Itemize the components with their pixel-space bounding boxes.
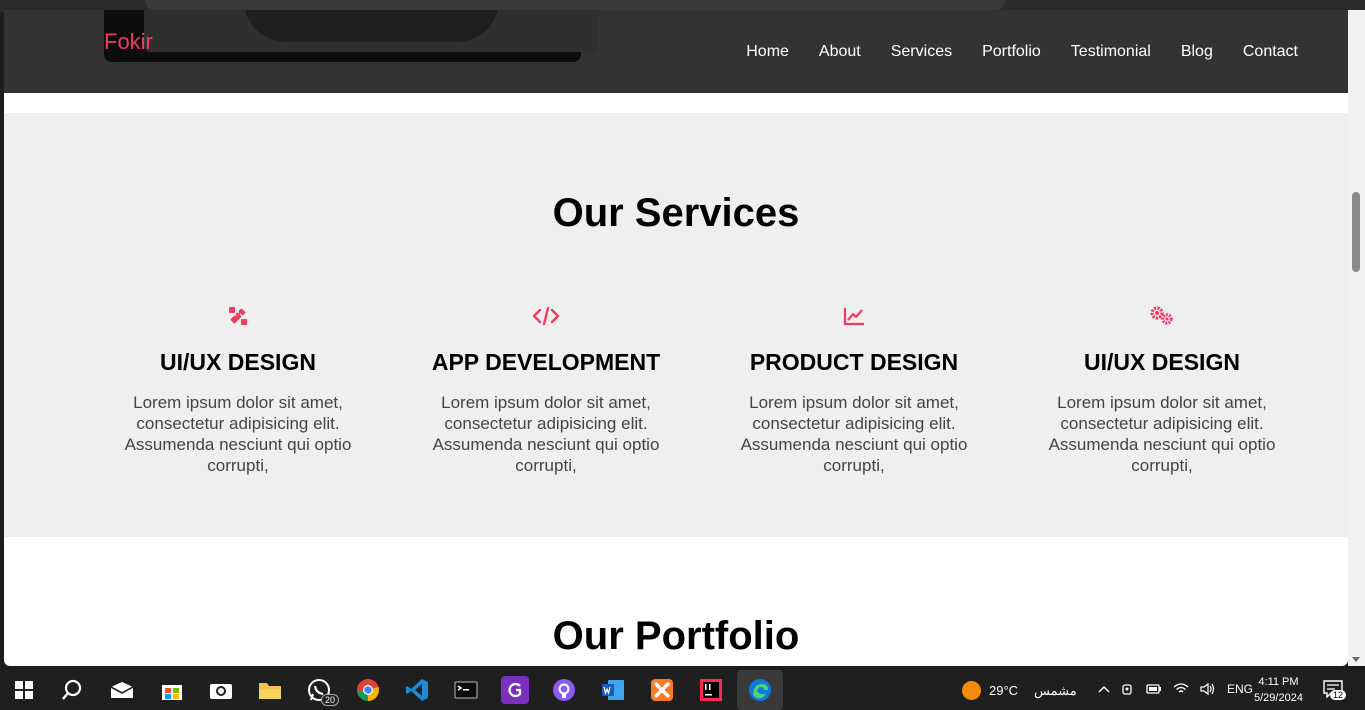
whatsapp-badge: 20 bbox=[320, 694, 339, 706]
gears-icon bbox=[1008, 303, 1316, 329]
nav-testimonial[interactable]: Testimonial bbox=[1071, 43, 1151, 61]
navbar: Fokir Home About Services Portfolio Test… bbox=[4, 10, 1348, 93]
scroll-thumb[interactable] bbox=[1352, 192, 1360, 272]
system-tray: ENG bbox=[1098, 682, 1253, 696]
taskbar: 20 29°C مشمس ENG 4:11 PM 5/29/2024 12 bbox=[0, 670, 1365, 710]
weather-temp: 29°C bbox=[989, 683, 1019, 698]
services-title: Our Services bbox=[552, 191, 800, 235]
sun-icon bbox=[962, 681, 981, 700]
service-card: APP DEVELOPMENT Lorem ipsum dolor sit am… bbox=[392, 303, 700, 476]
clock[interactable]: 4:11 PM 5/29/2024 bbox=[1254, 674, 1303, 706]
service-card: UI/UX DESIGN Lorem ipsum dolor sit amet,… bbox=[1008, 303, 1316, 476]
nav-contact[interactable]: Contact bbox=[1243, 43, 1298, 61]
service-card: UI/UX DESIGN Lorem ipsum dolor sit amet,… bbox=[84, 303, 392, 476]
weather-widget[interactable]: 29°C مشمس bbox=[962, 681, 1077, 700]
nav-about[interactable]: About bbox=[819, 43, 861, 61]
terminal-icon[interactable] bbox=[452, 676, 480, 704]
mail-icon[interactable] bbox=[108, 676, 136, 704]
chart-line-icon bbox=[700, 303, 1008, 329]
weather-desc: مشمس bbox=[1034, 682, 1077, 698]
word-icon[interactable] bbox=[599, 676, 627, 704]
xampp-icon[interactable] bbox=[648, 676, 676, 704]
service-title: UI/UX DESIGN bbox=[1084, 349, 1240, 375]
clock-time: 4:11 PM bbox=[1258, 676, 1299, 688]
hero-image-peek bbox=[104, 10, 599, 62]
notification-badge: 12 bbox=[1330, 690, 1347, 700]
nav-services[interactable]: Services bbox=[891, 43, 952, 61]
service-description: Lorem ipsum dolor sit amet, consectetur … bbox=[1048, 393, 1276, 475]
page-viewport: Fokir Home About Services Portfolio Test… bbox=[4, 10, 1348, 666]
store-icon[interactable] bbox=[158, 676, 186, 704]
service-description: Lorem ipsum dolor sit amet, consectetur … bbox=[740, 393, 968, 475]
wifi-icon[interactable] bbox=[1173, 683, 1189, 695]
meet-now-icon[interactable] bbox=[1121, 682, 1135, 696]
service-title: PRODUCT DESIGN bbox=[749, 349, 959, 375]
intellij-icon[interactable] bbox=[697, 676, 725, 704]
start-icon[interactable] bbox=[10, 676, 38, 704]
nav-home[interactable]: Home bbox=[746, 43, 789, 61]
scroll-down-arrow-icon[interactable] bbox=[1352, 657, 1360, 662]
nav-menu: Home About Services Portfolio Testimonia… bbox=[746, 43, 1298, 61]
service-card: PRODUCT DESIGN Lorem ipsum dolor sit ame… bbox=[700, 303, 1008, 476]
service-cards: UI/UX DESIGN Lorem ipsum dolor sit amet,… bbox=[84, 303, 1319, 476]
chevron-up-icon[interactable] bbox=[1098, 685, 1110, 693]
brand-logo[interactable]: Fokir bbox=[104, 29, 153, 55]
service-description: Lorem ipsum dolor sit amet, consectetur … bbox=[124, 393, 352, 475]
pen-ruler-icon bbox=[84, 303, 392, 329]
page-scrollbar[interactable] bbox=[1348, 10, 1365, 666]
search-icon[interactable] bbox=[58, 676, 86, 704]
nav-blog[interactable]: Blog bbox=[1181, 43, 1213, 61]
services-section: Our Services UI/UX DESIGN Lorem ipsum do… bbox=[4, 113, 1348, 537]
pdf-app-icon[interactable] bbox=[501, 676, 529, 704]
clock-date: 5/29/2024 bbox=[1254, 692, 1303, 704]
service-description: Lorem ipsum dolor sit amet, consectetur … bbox=[432, 393, 660, 475]
service-title: APP DEVELOPMENT bbox=[431, 349, 661, 375]
camera-icon[interactable] bbox=[207, 676, 235, 704]
vscode-icon[interactable] bbox=[403, 676, 431, 704]
code-icon bbox=[392, 303, 700, 329]
nav-portfolio[interactable]: Portfolio bbox=[982, 43, 1041, 61]
edge-icon[interactable] bbox=[737, 670, 783, 710]
github-icon[interactable] bbox=[550, 676, 578, 704]
portfolio-title: Our Portfolio bbox=[552, 614, 800, 658]
language-indicator[interactable]: ENG bbox=[1227, 682, 1253, 696]
volume-icon[interactable] bbox=[1200, 682, 1216, 696]
address-bar[interactable] bbox=[145, 0, 1005, 10]
whatsapp-icon[interactable]: 20 bbox=[305, 676, 339, 706]
file-explorer-icon[interactable] bbox=[256, 676, 284, 704]
battery-icon[interactable] bbox=[1146, 683, 1162, 695]
chrome-icon[interactable] bbox=[354, 676, 382, 704]
service-title: UI/UX DESIGN bbox=[160, 349, 316, 375]
